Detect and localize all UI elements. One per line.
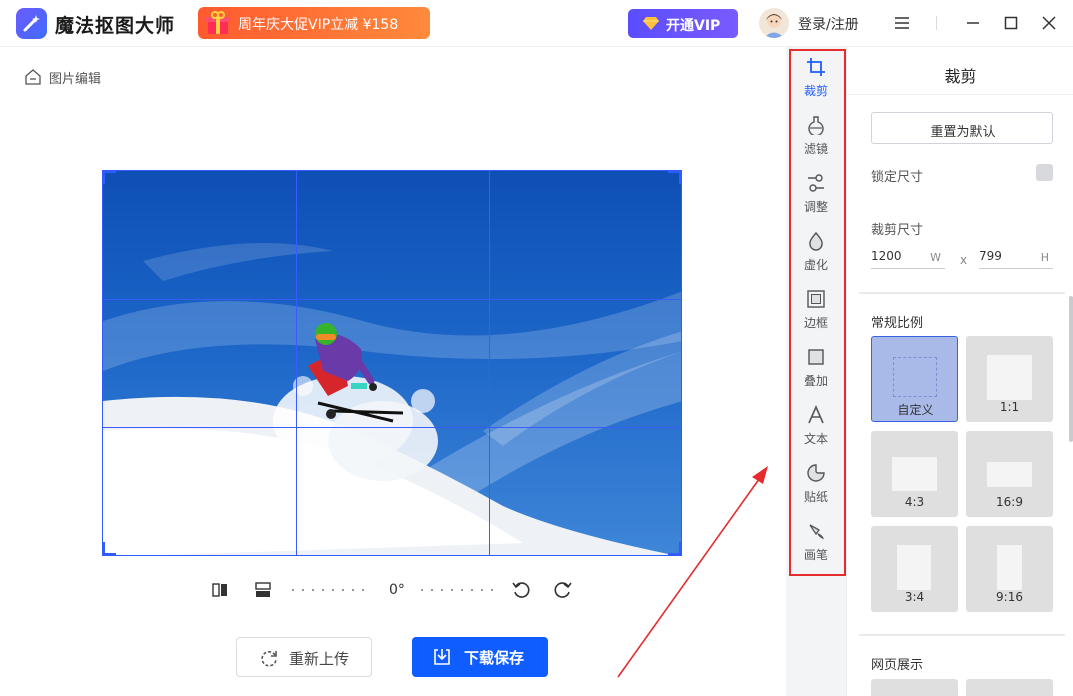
breadcrumb-label: 图片编辑 [49, 72, 102, 87]
dimension-separator: x [960, 253, 968, 267]
ratio-preview-shape [987, 355, 1032, 400]
crop-grid-line [103, 299, 681, 300]
reset-default-label: 重置为默认 [930, 125, 996, 140]
ratio-label: 自定义 [897, 403, 934, 417]
crop-handle-bottom-left[interactable] [103, 542, 116, 555]
ratio-label: 3:4 [904, 590, 925, 604]
ratio-preview-shape [893, 357, 937, 397]
ratio-4-3[interactable]: 4:3 [871, 431, 958, 517]
crop-height-field[interactable]: 799 H [979, 247, 1053, 269]
crop-height-value: 799 [979, 249, 1002, 263]
flip-horizontal-icon [212, 583, 227, 597]
panel-scrollbar[interactable] [1069, 296, 1073, 442]
divider [859, 292, 1065, 294]
open-vip-button[interactable]: 开通VIP [628, 9, 738, 38]
maximize-icon [1004, 16, 1018, 30]
crop-handle-top-left[interactable] [103, 171, 116, 184]
promo-text: 周年庆大促VIP立减 ¥158 [238, 17, 399, 33]
rotate-right-icon [554, 582, 572, 598]
web-preset-tile[interactable] [966, 679, 1053, 696]
rotation-angle: 0° [389, 582, 405, 598]
minimize-button[interactable] [960, 10, 986, 36]
lock-size-label: 锁定尺寸 [871, 170, 924, 185]
divider [859, 634, 1065, 636]
rotation-slider-left[interactable] [292, 589, 372, 592]
photo-canvas[interactable] [102, 170, 682, 556]
web-preset-tile[interactable] [871, 679, 958, 696]
diamond-icon [643, 17, 659, 30]
close-icon [1042, 16, 1056, 30]
hamburger-icon [895, 17, 909, 29]
ratio-16-9[interactable]: 16:9 [966, 431, 1053, 517]
crop-width-field[interactable]: 1200 W [871, 247, 945, 269]
minimize-icon [967, 22, 979, 24]
title-bar: 魔法抠图大师 周年庆大促VIP立减 ¥158 开通VIP 登录/注册 [0, 0, 1073, 47]
ratio-9-16[interactable]: 9:16 [966, 526, 1053, 612]
download-save-button[interactable]: 下载保存 [412, 637, 548, 677]
close-button[interactable] [1036, 10, 1062, 36]
home-icon [25, 69, 41, 85]
app-logo [16, 8, 47, 39]
login-register-link[interactable]: 登录/注册 [798, 14, 859, 34]
user-avatar-icon [764, 14, 784, 38]
ratio-preview-shape [892, 457, 937, 491]
flip-vertical-button[interactable] [253, 580, 273, 602]
gift-icon [206, 11, 230, 34]
ratio-1-1[interactable]: 1:1 [966, 336, 1053, 422]
ratio-3-4[interactable]: 3:4 [871, 526, 958, 612]
promo-banner[interactable]: 周年庆大促VIP立减 ¥158 [198, 7, 430, 39]
flip-horizontal-button[interactable] [210, 580, 230, 602]
ratio-label: 4:3 [904, 495, 925, 509]
tool-rail-highlight [789, 49, 846, 576]
crop-grid-line [296, 171, 297, 555]
ratio-preview-shape [897, 545, 931, 590]
menu-button[interactable] [889, 10, 915, 36]
reupload-button[interactable]: 重新上传 [236, 637, 372, 677]
lock-size-checkbox[interactable] [1036, 164, 1053, 181]
app-name: 魔法抠图大师 [55, 15, 176, 37]
crop-height-unit: H [1040, 251, 1049, 264]
rotate-left-icon [512, 582, 530, 598]
crop-grid-line [489, 171, 490, 555]
crop-size-label: 裁剪尺寸 [871, 223, 924, 238]
crop-width-unit: W [930, 251, 941, 264]
magic-wand-icon [23, 15, 40, 32]
crop-handle-top-right[interactable] [668, 171, 681, 184]
ratio-custom[interactable]: 自定义 [871, 336, 958, 422]
ratio-preview-shape [997, 545, 1022, 590]
panel-title: 裁剪 [944, 67, 977, 86]
download-save-label: 下载保存 [464, 649, 525, 667]
flip-vertical-icon [255, 582, 271, 597]
window-controls-divider [936, 16, 937, 30]
avatar[interactable] [759, 8, 789, 38]
ratio-label: 16:9 [996, 495, 1023, 509]
rotation-slider-right[interactable] [421, 589, 501, 592]
crop-width-value: 1200 [871, 249, 902, 263]
crop-grid-line [103, 427, 681, 428]
ratio-label: 1:1 [999, 400, 1020, 414]
vip-label: 开通VIP [666, 18, 721, 34]
skier-photo [103, 243, 681, 555]
ratio-label: 9:16 [996, 590, 1023, 604]
ratio-preview-shape [987, 462, 1032, 487]
reupload-label: 重新上传 [289, 650, 350, 668]
crop-panel: 裁剪 重置为默认 锁定尺寸 裁剪尺寸 1200 W x 799 H 常规比例 自… [846, 47, 1073, 696]
ratio-heading: 常规比例 [871, 316, 924, 331]
rotate-left-button[interactable] [511, 580, 531, 602]
reset-default-button[interactable]: 重置为默认 [871, 112, 1053, 144]
annotation-arrow [617, 466, 768, 678]
maximize-button[interactable] [998, 10, 1024, 36]
web-display-heading: 网页展示 [871, 658, 924, 673]
rotate-right-button[interactable] [553, 580, 573, 602]
download-icon [434, 649, 450, 665]
divider [847, 94, 1073, 95]
refresh-icon [261, 651, 277, 667]
